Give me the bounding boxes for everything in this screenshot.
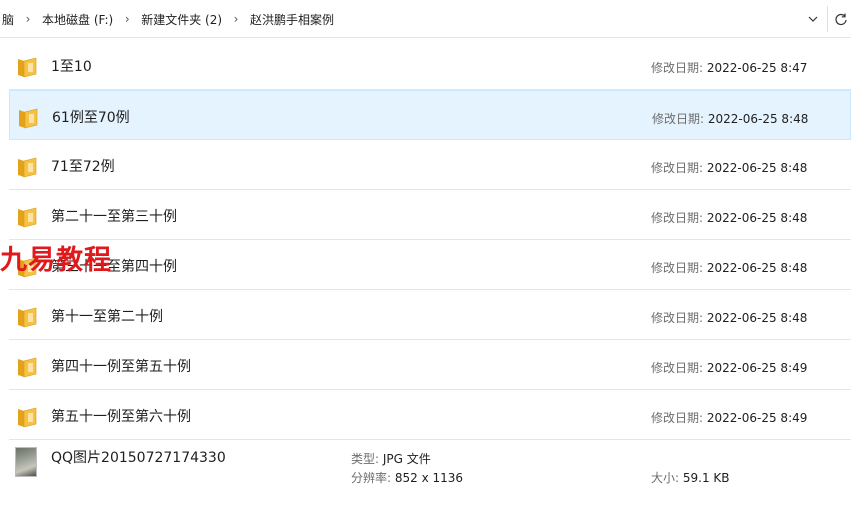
modified-date-value: 2022-06-25 8:48 [706,211,808,225]
modified-date: 修改日期: 2022-06-25 8:48 [651,159,807,176]
watermark: 九易教程 [0,245,112,276]
modified-date: 修改日期: 2022-06-25 8:48 [651,259,807,276]
modified-date-value: 2022-06-25 8:48 [706,311,808,325]
modified-date-value: 2022-06-25 8:48 [706,261,808,275]
modified-date-label: 修改日期: [651,361,704,375]
file-list[interactable]: 1至10 修改日期: 2022-06-25 8:47 61例至70例 修改日期: 20… [0,40,851,492]
folder-icon-wrap [15,204,39,228]
modified-date: 修改日期: 2022-06-25 8:47 [651,59,807,76]
modified-date-label: 修改日期: [651,161,704,175]
chevron-right-icon[interactable]: › [119,12,135,26]
folder-name: 第五十一例至第六十例 [51,409,191,425]
breadcrumb[interactable]: 脑 › 本地磁盘 (F:) › 新建文件夹 (2) › 赵洪鹏手相案例 [0,0,800,38]
folder-name: 第四十一例至第五十例 [51,359,191,375]
folder-name: 61例至70例 [52,110,130,126]
file-type-value: JPG 文件 [382,452,431,466]
breadcrumb-item-current-folder[interactable]: 赵洪鹏手相案例 [248,11,336,28]
folder-icon [18,407,37,428]
folder-icon-wrap [15,54,39,78]
folder-icon [18,207,37,228]
folder-row[interactable]: 61例至70例 修改日期: 2022-06-25 8:48 [9,90,851,140]
file-resolution-label: 分辨率: [351,471,392,485]
folder-icon [18,357,37,378]
folder-row[interactable]: 第五十一例至第六十例 修改日期: 2022-06-25 8:49 [9,390,851,440]
modified-date-label: 修改日期: [652,112,705,126]
file-size-value: 59.1 KB [682,471,730,485]
file-name: QQ图片20150727174330 [51,450,226,466]
modified-date-label: 修改日期: [651,261,704,275]
folder-row[interactable]: 第三十一至第四十例 修改日期: 2022-06-25 8:48 [9,240,851,290]
file-resolution: 分辨率: 852 x 1136 [351,469,463,486]
file-size-label: 大小: [651,471,680,485]
modified-date-value: 2022-06-25 8:48 [707,112,809,126]
folder-icon-wrap [15,154,39,178]
modified-date: 修改日期: 2022-06-25 8:48 [652,110,808,127]
address-bar[interactable]: 脑 › 本地磁盘 (F:) › 新建文件夹 (2) › 赵洪鹏手相案例 [0,0,851,38]
chevron-right-icon[interactable]: › [228,12,244,26]
modified-date-value: 2022-06-25 8:48 [706,161,808,175]
image-thumbnail [15,447,37,477]
folder-row[interactable]: 第四十一例至第五十例 修改日期: 2022-06-25 8:49 [9,340,851,390]
breadcrumb-item-parent-folder[interactable]: 新建文件夹 (2) [139,11,224,28]
folder-name: 71至72例 [51,159,115,175]
refresh-button[interactable] [830,6,851,32]
modified-date-value: 2022-06-25 8:49 [706,411,808,425]
chevron-right-icon[interactable]: › [20,12,36,26]
folder-row[interactable]: 第十一至第二十例 修改日期: 2022-06-25 8:48 [9,290,851,340]
modified-date-value: 2022-06-25 8:47 [706,61,808,75]
modified-date: 修改日期: 2022-06-25 8:49 [651,409,807,426]
folder-name: 1至10 [51,59,92,75]
folder-icon-wrap [15,304,39,328]
folder-icon [18,307,37,328]
divider [827,6,828,32]
folder-row[interactable]: 第二十一至第三十例 修改日期: 2022-06-25 8:48 [9,190,851,240]
modified-date: 修改日期: 2022-06-25 8:49 [651,359,807,376]
file-type: 类型: JPG 文件 [351,450,431,467]
folder-icon [18,157,37,178]
modified-date-label: 修改日期: [651,411,704,425]
modified-date-label: 修改日期: [651,211,704,225]
breadcrumb-item-pc[interactable]: 脑 [0,11,16,28]
modified-date-label: 修改日期: [651,61,704,75]
modified-date: 修改日期: 2022-06-25 8:48 [651,209,807,226]
breadcrumb-item-drive[interactable]: 本地磁盘 (F:) [40,11,115,28]
modified-date-label: 修改日期: [651,311,704,325]
folder-row[interactable]: 71至72例 修改日期: 2022-06-25 8:48 [9,140,851,190]
folder-icon [19,108,38,129]
modified-date: 修改日期: 2022-06-25 8:48 [651,309,807,326]
folder-row[interactable]: 1至10 修改日期: 2022-06-25 8:47 [9,40,851,90]
chevron-down-icon [808,16,818,22]
folder-icon-wrap [16,105,40,129]
file-size: 大小: 59.1 KB [651,469,730,486]
folder-icon-wrap [15,354,39,378]
file-row[interactable]: QQ图片20150727174330 类型: JPG 文件 分辨率: 852 x 1… [9,440,851,492]
refresh-icon [834,13,847,26]
file-resolution-value: 852 x 1136 [394,471,464,485]
folder-name: 第十一至第二十例 [51,309,163,325]
folder-icon-wrap [15,404,39,428]
file-type-label: 类型: [351,452,380,466]
folder-name: 第二十一至第三十例 [51,209,177,225]
folder-icon [18,57,37,78]
modified-date-value: 2022-06-25 8:49 [706,361,808,375]
address-history-button[interactable] [800,6,826,32]
